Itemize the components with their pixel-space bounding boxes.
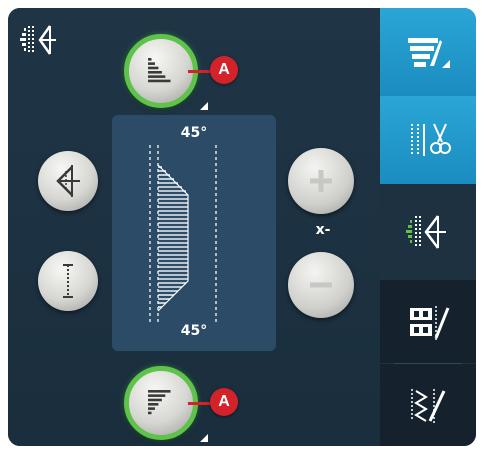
expand-indicator-icon — [200, 102, 208, 110]
ascending-staircase-icon — [148, 58, 171, 83]
tab-lettering-edit[interactable] — [380, 280, 476, 363]
width-stepper: x- — [288, 148, 358, 318]
mirror-stitch-icon — [406, 215, 446, 249]
descending-staircase-button[interactable] — [124, 366, 198, 440]
stepper-label: x- — [315, 222, 331, 238]
ascending-staircase-button[interactable] — [124, 34, 198, 108]
bottom-angle-label: 45° — [180, 323, 208, 339]
pattern-sequence-icon — [408, 38, 450, 68]
minus-icon — [310, 282, 332, 288]
stitch-pattern-graphic — [149, 145, 217, 325]
stitch-preview: 45° 45° — [112, 115, 276, 351]
callout-leader — [188, 402, 212, 405]
expand-indicator-icon — [200, 434, 208, 442]
stitch-settings-panel: A 45° 45° x- A — [8, 8, 476, 446]
callout-badge-top: A — [210, 56, 238, 84]
tab-zigzag-edit[interactable] — [380, 364, 476, 446]
stitch-cut-icon — [411, 123, 451, 156]
decrease-button[interactable] — [288, 252, 354, 318]
callout-badge-bottom: A — [210, 388, 238, 416]
lettering-edit-icon — [410, 305, 450, 340]
tab-sidebar — [380, 8, 476, 446]
stitch-length-icon — [63, 264, 73, 298]
tab-pattern-sequence[interactable] — [380, 8, 476, 96]
mirror-end-button[interactable] — [38, 151, 98, 211]
descending-staircase-icon — [148, 390, 171, 415]
callout-leader — [188, 70, 212, 73]
tab-stitch-cut[interactable] — [380, 96, 476, 184]
zigzag-edit-icon — [411, 389, 446, 423]
tab-mirror-stitch[interactable] — [380, 184, 476, 280]
plus-icon — [310, 170, 332, 192]
stitch-length-button[interactable] — [38, 251, 98, 311]
main-panel: A 45° 45° x- A — [8, 8, 380, 446]
mirror-stitch-icon — [18, 22, 88, 58]
mirror-end-icon — [56, 165, 80, 197]
increase-button[interactable] — [288, 148, 354, 214]
